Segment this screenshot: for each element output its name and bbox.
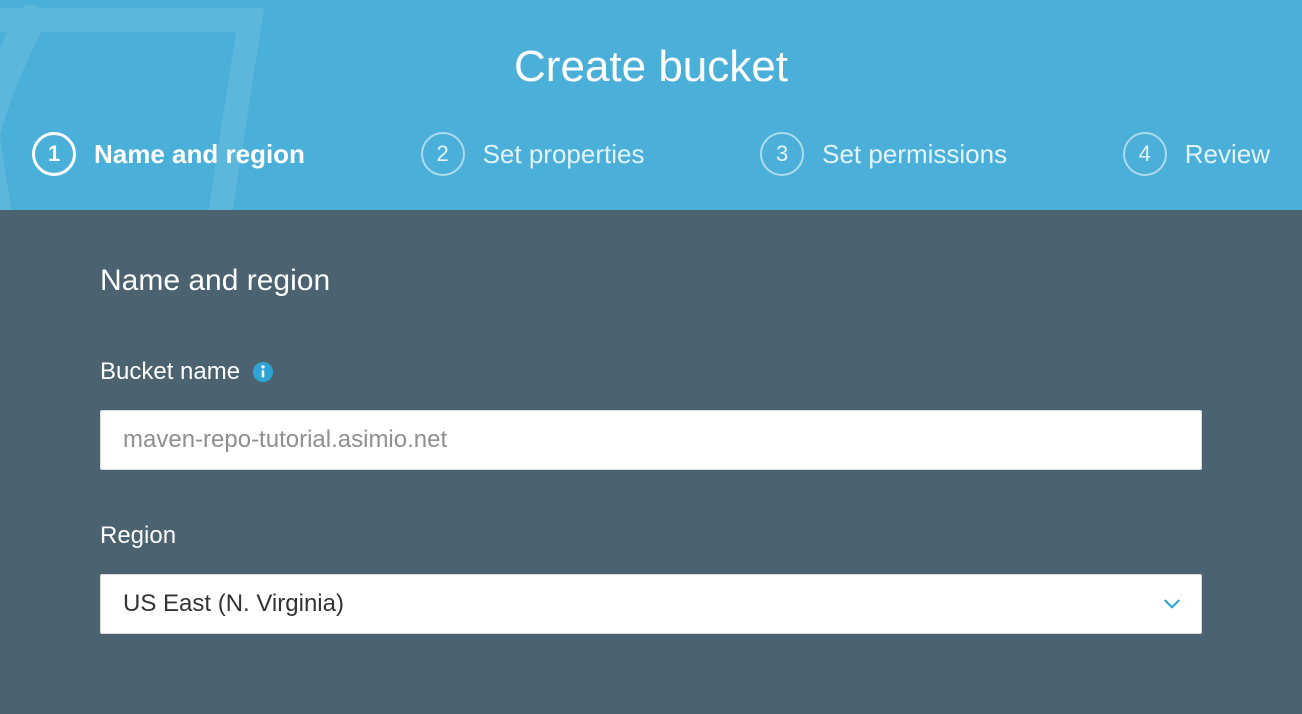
step-name-and-region[interactable]: 1 Name and region [32, 132, 305, 176]
page-title: Create bucket [0, 0, 1302, 122]
section-heading: Name and region [100, 264, 1202, 298]
bucket-name-label-text: Bucket name [100, 358, 240, 386]
bucket-name-input[interactable] [100, 410, 1202, 470]
region-label-text: Region [100, 522, 176, 550]
info-icon[interactable] [252, 361, 274, 383]
wizard-header: Create bucket 1 Name and region 2 Set pr… [0, 0, 1302, 210]
bucket-name-label: Bucket name [100, 358, 1202, 386]
step-label-1: Name and region [94, 139, 305, 170]
step-number-1: 1 [32, 132, 76, 176]
step-review[interactable]: 4 Review [1123, 132, 1270, 176]
form-panel: Name and region Bucket name Region US Ea… [0, 210, 1302, 674]
region-selected-value: US East (N. Virginia) [123, 590, 344, 618]
step-label-3: Set permissions [822, 139, 1007, 170]
step-set-properties[interactable]: 2 Set properties [421, 132, 645, 176]
step-label-4: Review [1185, 139, 1270, 170]
step-number-3: 3 [760, 132, 804, 176]
step-number-2: 2 [421, 132, 465, 176]
wizard-steps: 1 Name and region 2 Set properties 3 Set… [0, 122, 1302, 210]
region-label: Region [100, 522, 1202, 550]
step-number-4: 4 [1123, 132, 1167, 176]
step-label-2: Set properties [483, 139, 645, 170]
region-select[interactable]: US East (N. Virginia) [100, 574, 1202, 634]
step-set-permissions[interactable]: 3 Set permissions [760, 132, 1007, 176]
